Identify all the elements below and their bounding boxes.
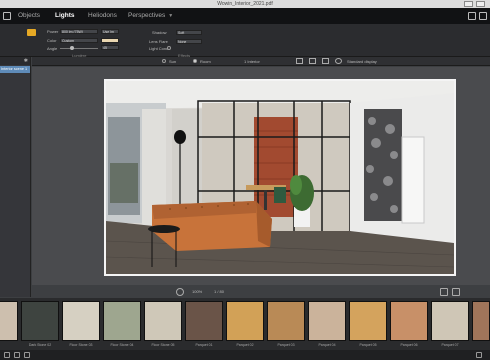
home-icon[interactable]: [4, 352, 10, 358]
light-sun-icon[interactable]: [27, 29, 36, 36]
status-bar: [0, 350, 490, 360]
color-select[interactable]: Custom: [60, 38, 98, 43]
view-top-icon[interactable]: [322, 58, 329, 64]
material-label: Parquet 04: [318, 343, 336, 347]
grid-icon[interactable]: [476, 352, 482, 358]
material-label: Floor Stone 04: [110, 343, 134, 347]
material-swatch[interactable]: [21, 301, 59, 341]
material-swatch[interactable]: [144, 301, 182, 341]
material-swatch[interactable]: [185, 301, 223, 341]
tab-lights[interactable]: Lights: [55, 8, 75, 24]
view-icon[interactable]: [468, 12, 476, 20]
material-swatch[interactable]: [390, 301, 428, 341]
app-window: Wowin_Interior_2021.pdf Objects Lights H…: [0, 0, 490, 360]
material-label: Floor Stone 05: [151, 343, 175, 347]
room-toggle[interactable]: [193, 59, 197, 63]
reset-view-icon[interactable]: [176, 288, 184, 296]
undo-icon[interactable]: [14, 352, 20, 358]
tab-heliodons[interactable]: Heliodons: [88, 8, 117, 24]
material-swatch[interactable]: [0, 301, 18, 341]
lightcone-label: Light Cone: [149, 46, 169, 51]
gear-icon[interactable]: ✱: [24, 58, 28, 64]
view-side-icon[interactable]: [309, 58, 316, 64]
power-label: Power: [47, 29, 59, 34]
lensflare-label: Lens Flare: [149, 39, 168, 44]
material-label: Parquet 06: [400, 343, 418, 347]
scene-panel-header: ✱: [0, 57, 30, 65]
material-swatch[interactable]: [267, 301, 305, 341]
angle-slider-knob[interactable]: [70, 46, 74, 50]
tab-perspectives[interactable]: Perspectives ▼: [128, 8, 173, 24]
angle-field[interactable]: 45: [101, 45, 119, 50]
settings-icon[interactable]: [479, 12, 487, 20]
title-bar: Wowin_Interior_2021.pdf: [0, 0, 490, 8]
color-label: Color: [47, 38, 57, 43]
view-3d-icon[interactable]: [335, 58, 342, 64]
view-toolbar: Sun Room 1 Interior Standard display: [32, 57, 490, 66]
app-menu-icon[interactable]: [3, 12, 11, 20]
material-swatch[interactable]: [226, 301, 264, 341]
material-label: Dark Stone 02: [28, 343, 52, 347]
redo-icon[interactable]: [24, 352, 30, 358]
collapse-icon[interactable]: [452, 288, 460, 296]
material-label: Parquet 01: [195, 343, 213, 347]
document-title: Wowin_Interior_2021.pdf: [217, 1, 273, 7]
sun-toggle-label: Sun: [169, 59, 177, 64]
standard-display-label: Standard display: [347, 59, 377, 64]
interior-label: 1 Interior: [244, 59, 260, 64]
material-label: Parquet 02: [236, 343, 254, 347]
material-swatch[interactable]: [431, 301, 469, 341]
maximize-icon[interactable]: [476, 1, 485, 7]
material-swatch[interactable]: [308, 301, 346, 341]
lensflare-select[interactable]: None: [176, 39, 202, 44]
material-label: Floor Stone 03: [69, 343, 93, 347]
page-readout: 1 / 80: [214, 289, 225, 294]
material-label: Parquet 07: [441, 343, 459, 347]
shadow-label: Shadow: [152, 30, 167, 35]
material-label: Parquet 03: [277, 343, 295, 347]
material-swatch[interactable]: [349, 301, 387, 341]
angle-slider[interactable]: [60, 46, 98, 50]
expand-icon[interactable]: [440, 288, 448, 296]
shadow-select[interactable]: Soft: [176, 30, 202, 35]
minimize-icon[interactable]: [464, 1, 473, 7]
sun-toggle[interactable]: [162, 59, 166, 63]
room-toggle-label: Room: [200, 59, 211, 64]
chevron-down-icon: ▼: [168, 13, 174, 19]
render-preview[interactable]: [104, 79, 456, 276]
material-swatch[interactable]: [103, 301, 141, 341]
material-swatch[interactable]: [62, 301, 100, 341]
interior-render-image: [106, 81, 454, 274]
angle-label: Angle: [47, 46, 58, 51]
main-tab-bar: Objects Lights Heliodons Perspectives ▼: [0, 8, 490, 24]
tab-perspectives-label: Perspectives: [128, 12, 166, 19]
tab-objects[interactable]: Objects: [18, 8, 40, 24]
power-unit-select[interactable]: Use lm: [101, 29, 119, 34]
view-front-icon[interactable]: [296, 58, 303, 64]
material-label: Parquet 05: [359, 343, 377, 347]
material-swatch[interactable]: [472, 301, 490, 341]
zoom-readout: 100%: [192, 289, 203, 294]
color-swatch[interactable]: [101, 38, 119, 43]
scene-panel: ✱ Interior scene 1: [0, 57, 31, 297]
scene-list-item[interactable]: Interior scene 1: [0, 66, 30, 73]
viewport-bottom-bar: 100% 1 / 80: [170, 287, 490, 298]
power-field[interactable]: 800 lm (75W): [60, 29, 98, 34]
lightcone-toggle[interactable]: [167, 46, 171, 50]
